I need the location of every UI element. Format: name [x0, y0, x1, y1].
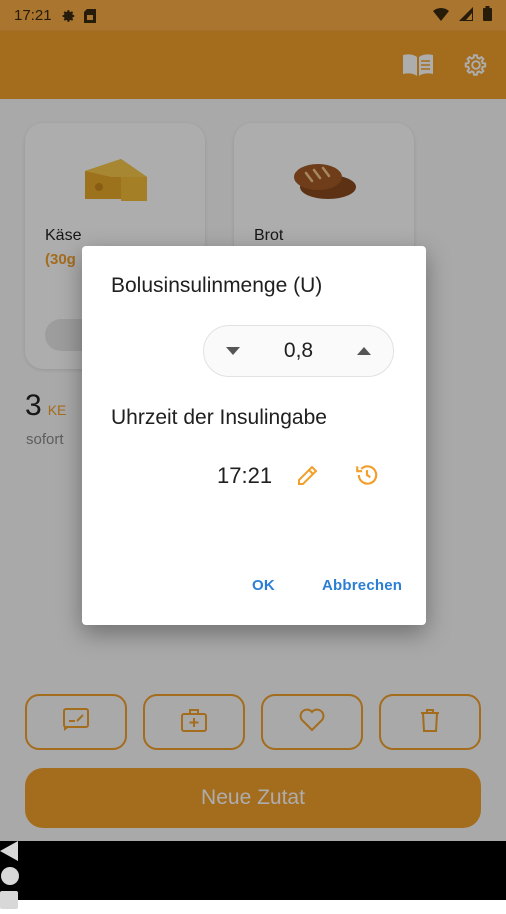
home-icon[interactable] [0, 866, 506, 891]
insulin-time-value: 17:21 [217, 463, 273, 488]
stepper-value: 0,8 [283, 339, 314, 362]
time-section-title: Uhrzeit der Insulingabe [111, 406, 327, 429]
ok-button[interactable]: OK [252, 577, 275, 594]
bolus-stepper[interactable]: 0,8 [203, 325, 394, 377]
dialog-title: Bolusinsulinmenge (U) [111, 274, 323, 297]
insulin-dialog: Bolusinsulinmenge (U) 0,8 Uhrzeit der In… [82, 246, 426, 625]
history-icon[interactable] [352, 460, 382, 490]
recents-icon[interactable] [0, 891, 506, 914]
edit-icon[interactable] [293, 460, 323, 490]
cancel-button[interactable]: Abbrechen [322, 577, 402, 594]
decrement-icon[interactable] [226, 342, 240, 360]
back-icon[interactable] [0, 841, 506, 866]
navigation-bar [0, 841, 506, 909]
increment-icon[interactable] [356, 342, 371, 360]
